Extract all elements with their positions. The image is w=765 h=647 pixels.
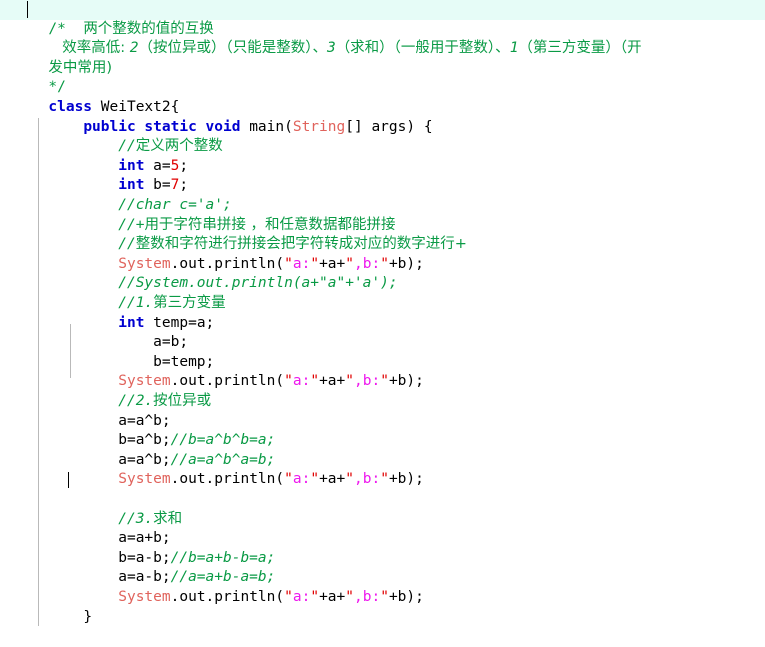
code-line[interactable]: System.out.println("a:"+a+",b:"+b); xyxy=(0,235,765,272)
code-line[interactable]: b=a^b;//b=a^b^b=a; xyxy=(0,412,765,448)
code-line[interactable]: //2.按位异或 xyxy=(0,372,765,409)
code-line[interactable]: //1.第三方变量 xyxy=(0,274,765,311)
code-line[interactable]: public static void main(String[] args) { xyxy=(0,98,765,135)
code-line[interactable]: //+用于字符串拼接 ，和任意数据都能拼接 xyxy=(0,196,765,233)
code-line[interactable]: System.out.println("a:"+a+",b:"+b); xyxy=(0,451,765,487)
code-line[interactable]: /* 两个整数的值的互换 xyxy=(0,0,765,37)
code-line[interactable]: //System.out.println(a+"a"+'a'); xyxy=(0,255,765,291)
code-line[interactable]: a=a-b;//a=a+b-a=b; xyxy=(0,549,765,585)
code-line[interactable]: System.out.println("a:"+a+",b:"+b); xyxy=(0,568,765,605)
code-line[interactable]: System.out.println("a:"+a+",b:"+b); xyxy=(0,353,765,389)
code-line[interactable]: 发中常用) xyxy=(0,39,765,76)
code-line[interactable]: a=b; xyxy=(0,314,765,350)
code-line[interactable]: b=a-b;//b=a+b-b=a; xyxy=(0,529,765,566)
code-line[interactable]: b=temp; xyxy=(0,333,765,370)
code-line[interactable]: class WeiText2{ xyxy=(0,78,765,115)
code-line[interactable]: //整数和字符进行拼接会把字符转成对应的数字进行+ xyxy=(0,216,765,252)
code-line[interactable]: */ xyxy=(0,59,765,95)
code-line[interactable]: int temp=a; xyxy=(0,294,765,331)
code-editor[interactable]: /* 两个整数的值的互换 效率高低: 2（按位异或）（只能是整数）、3（求和）（… xyxy=(0,0,765,641)
text-caret-line-25 xyxy=(68,472,69,489)
code-line[interactable]: //定义两个整数 xyxy=(0,118,765,154)
code-line[interactable]: } xyxy=(0,588,765,625)
code-line[interactable]: a=a+b; xyxy=(0,510,765,546)
text-caret-line-1 xyxy=(27,1,28,18)
code-line[interactable]: int b=7; xyxy=(0,157,765,193)
code-line[interactable]: a=a^b;//a=a^b^a=b; xyxy=(0,431,765,468)
code-line[interactable]: //3.求和 xyxy=(0,490,765,527)
code-line[interactable]: //char c='a'; xyxy=(0,176,765,213)
code-line[interactable]: a=a^b; xyxy=(0,392,765,429)
token-closing-brace: } xyxy=(83,608,93,625)
code-line[interactable]: 效率高低: 2（按位异或）（只能是整数）、3（求和）（一般用于整数）、1（第三方… xyxy=(0,20,765,56)
code-line[interactable]: int a=5; xyxy=(0,137,765,174)
code-line-empty[interactable] xyxy=(0,470,765,490)
